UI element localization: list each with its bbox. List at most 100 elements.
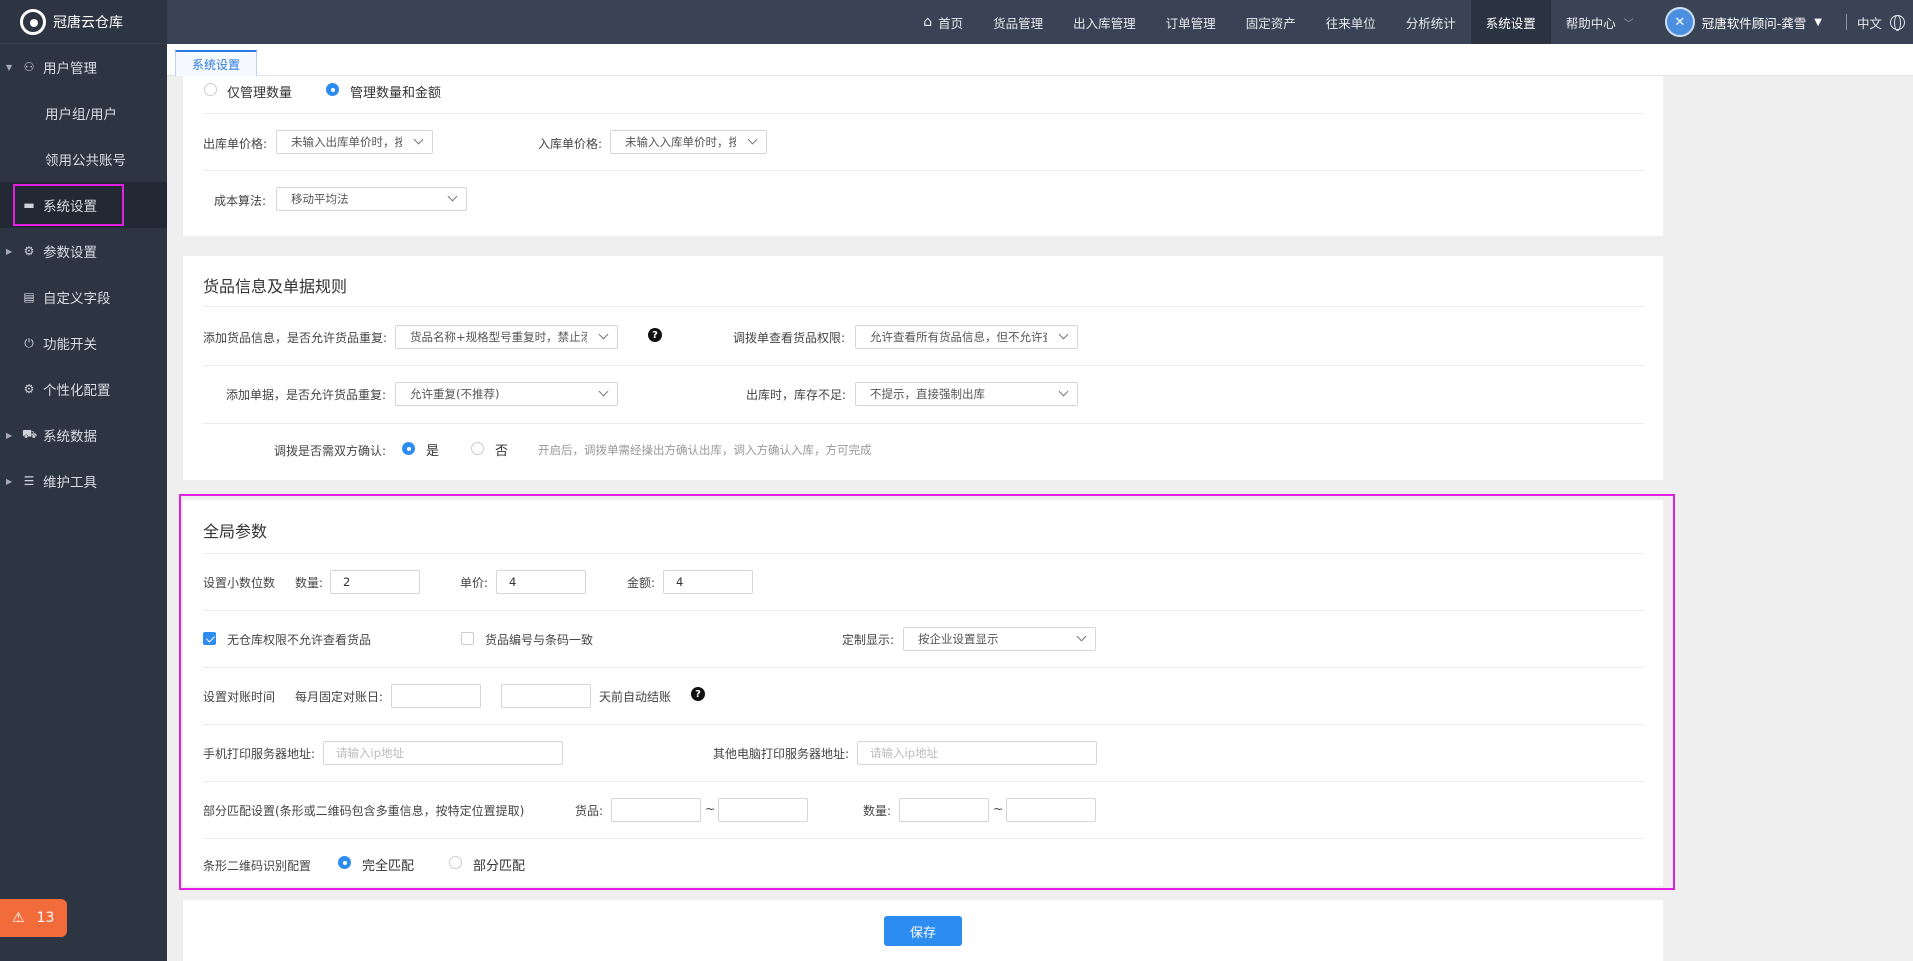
code-match-checkbox[interactable]: [461, 632, 474, 645]
database-icon: ☰: [23, 474, 35, 488]
row-divider: [203, 781, 1644, 782]
out-price-label: 出库单价格:: [203, 137, 268, 151]
pc-print-input[interactable]: 请输入ip地址: [857, 741, 1097, 765]
row-divider: [203, 667, 1644, 668]
tilde: ~: [705, 802, 716, 816]
qty-start-input[interactable]: [899, 798, 989, 822]
nav-assets[interactable]: 固定资产: [1231, 0, 1311, 44]
chevron-down-icon: [598, 386, 609, 397]
nav-label: 帮助中心: [1565, 15, 1616, 31]
save-button[interactable]: 保存: [884, 916, 962, 946]
cost-select[interactable]: 移动平均法: [276, 187, 467, 211]
nav-label: 出入库管理: [1073, 15, 1136, 31]
partial-match-label: 部分匹配设置(条形或二维码包含多重信息，按特定位置提取): [203, 804, 525, 818]
topbar: ⌂ 首页 货品管理 出入库管理 订单管理 固定资产 往来单位 分析统计 系统设置…: [167, 0, 1913, 44]
radio-full-match-label: 完全匹配: [362, 859, 415, 874]
app-logo[interactable]: 冠唐云仓库: [0, 0, 167, 44]
caret-right-icon: ▶: [6, 476, 13, 486]
radio-partial-match-label: 部分匹配: [473, 859, 526, 874]
gear-icon: ⚙: [23, 244, 35, 258]
transfer-view-label: 调拨单查看货品权限:: [733, 331, 846, 345]
add-doc-label: 添加单据，是否允许货品重复:: [226, 388, 387, 402]
nav-partners[interactable]: 往来单位: [1311, 0, 1391, 44]
amount-label: 金额:: [627, 576, 656, 590]
in-price-select[interactable]: 未输入入库单价时，按入库参考: [610, 130, 767, 154]
transfer-view-select[interactable]: 允许查看所有货品信息，但不允许查看: [855, 325, 1078, 349]
sidebar-item-label: 功能开关: [43, 337, 97, 353]
radio-yes-label: 是: [426, 444, 440, 459]
help-icon[interactable]: ?: [691, 687, 705, 701]
no-warehouse-label: 无仓库权限不允许查看货品: [227, 633, 372, 647]
nav-label: 货品管理: [993, 15, 1044, 31]
goods-start-input[interactable]: [611, 798, 701, 822]
cost-label: 成本算法:: [214, 194, 267, 208]
add-doc-select[interactable]: 允许重复(不推荐): [395, 382, 618, 406]
nav-system-settings[interactable]: 系统设置: [1470, 0, 1551, 44]
mobile-print-input[interactable]: 请输入ip地址: [323, 741, 563, 765]
sidebar-item-personalization[interactable]: ⚙ 个性化配置: [0, 366, 167, 412]
nav-help[interactable]: 帮助中心 ﹀: [1551, 0, 1649, 44]
section-title: 全局参数: [203, 522, 268, 541]
radio-partial-match[interactable]: [449, 856, 462, 869]
sidebar-item-label: 参数设置: [43, 245, 97, 261]
sidebar-item-custom-fields[interactable]: ▤ 自定义字段: [0, 274, 167, 320]
nav-home[interactable]: ⌂ 首页: [908, 0, 978, 44]
no-warehouse-checkbox[interactable]: [203, 632, 216, 645]
radio-confirm-yes[interactable]: [402, 442, 415, 455]
qty-end-input[interactable]: [1006, 798, 1096, 822]
sidebar-item-label: 用户组/用户: [45, 107, 118, 123]
logo-icon: [20, 8, 46, 35]
row-divider: [203, 113, 1644, 114]
price-label: 单价:: [460, 576, 489, 590]
nav-inout[interactable]: 出入库管理: [1058, 0, 1151, 44]
barcode-label: 条形二维码识别配置: [203, 859, 312, 873]
nav-orders[interactable]: 订单管理: [1151, 0, 1231, 44]
nav-label: 往来单位: [1325, 15, 1376, 31]
sidebar-item-user-management[interactable]: ▼ ⚇ 用户管理: [0, 44, 167, 90]
chevron-down-icon: [598, 329, 609, 340]
confirm-hint: 开启后，调拨单需经操出方确认出库，调入方确认入库，方可完成: [538, 443, 872, 457]
row-divider: [203, 724, 1644, 725]
sidebar-item-public-account[interactable]: 领用公共账号: [0, 136, 167, 182]
user-name: 冠唐软件顾问-龚雪: [1701, 15, 1807, 31]
out-price-select[interactable]: 未输入出库单价时，按出库单价: [276, 130, 433, 154]
goods-end-input[interactable]: [718, 798, 808, 822]
recon-day-label: 每月固定对账日:: [295, 690, 384, 704]
nav-goods[interactable]: 货品管理: [978, 0, 1058, 44]
language-switch[interactable]: 中文: [1857, 13, 1913, 32]
row-divider: [203, 553, 1644, 554]
auto-close-days-input[interactable]: [501, 684, 591, 708]
card-goods-rules: 货品信息及单据规则 添加货品信息，是否允许货品重复: 货品名称+规格型号重复时，…: [183, 256, 1663, 480]
sidebar-item-system-data[interactable]: ▶ ⛟ 系统数据: [0, 412, 167, 458]
radio-confirm-no[interactable]: [471, 442, 484, 455]
help-icon[interactable]: ?: [648, 328, 662, 342]
sidebar-item-system-settings[interactable]: ▬ 系统设置: [0, 182, 167, 228]
sidebar-item-params[interactable]: ▶ ⚙ 参数设置: [0, 228, 167, 274]
tab-system-settings[interactable]: 系统设置: [175, 50, 258, 76]
nav-analytics[interactable]: 分析统计: [1391, 0, 1471, 44]
add-goods-select[interactable]: 货品名称+规格型号重复时，禁止添加: [395, 325, 618, 349]
chevron-down-icon: [447, 191, 458, 202]
price-decimals-input[interactable]: 4: [496, 570, 586, 594]
radio-full-match[interactable]: [338, 856, 351, 869]
amount-decimals-input[interactable]: 4: [663, 570, 753, 594]
sidebar-item-user-groups[interactable]: 用户组/用户: [0, 90, 167, 136]
select-value: 允许重复(不推荐): [410, 387, 500, 401]
radio-only-qty[interactable]: [204, 83, 217, 96]
alert-badge[interactable]: ⚠ 13: [0, 899, 67, 937]
sidebar-item-maintenance[interactable]: ▶ ☰ 维护工具: [0, 458, 167, 504]
radio-only-qty-label: 仅管理数量: [227, 86, 293, 101]
sidebar-item-label: 维护工具: [43, 475, 97, 491]
qty-decimals-input[interactable]: 2: [330, 570, 420, 594]
custom-display-select[interactable]: 按企业设置显示: [903, 627, 1096, 651]
recon-day-input[interactable]: [391, 684, 481, 708]
radio-qty-amount[interactable]: [326, 83, 339, 96]
select-value: 未输入出库单价时，按出库单价: [291, 135, 402, 149]
select-value: 不提示，直接强制出库: [870, 387, 985, 401]
user-menu[interactable]: ✕ 冠唐软件顾问-龚雪 ▼: [1649, 0, 1840, 44]
sidebar-item-feature-switch[interactable]: ⏻ 功能开关: [0, 320, 167, 366]
card-global-params: 全局参数 设置小数位数 数量: 2 单价: 4 金额: 4 无仓库权限不允许查看…: [183, 500, 1663, 886]
out-stock-select[interactable]: 不提示，直接强制出库: [855, 382, 1078, 406]
sidebar-item-label: 领用公共账号: [45, 153, 126, 169]
row-divider: [203, 306, 1644, 307]
